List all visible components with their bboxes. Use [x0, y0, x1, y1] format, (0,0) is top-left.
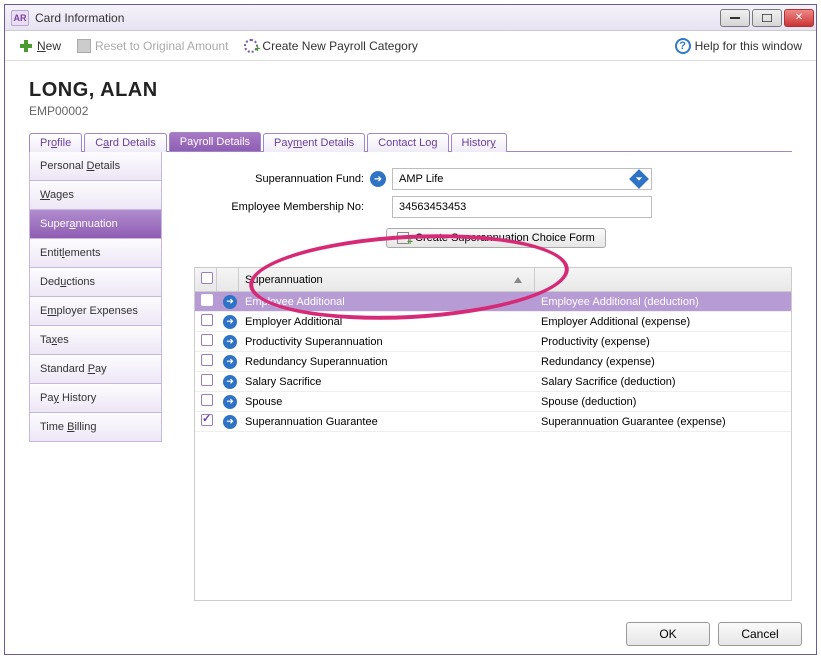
row-type: Superannuation Guarantee (expense) — [535, 414, 791, 430]
create-choice-label: Create Superannuation Choice Form — [415, 232, 595, 244]
form-plus-icon — [397, 232, 409, 244]
super-grid: Superannuation ➜Employee AdditionalEmplo… — [194, 267, 792, 601]
create-payroll-category-button[interactable]: Create New Payroll Category — [240, 37, 421, 55]
tab-contact-log[interactable]: Contact Log — [367, 133, 448, 152]
tab-payment-details[interactable]: Payment Details — [263, 133, 365, 152]
create-category-label: Create New Payroll Category — [262, 39, 417, 53]
tab-bar: Profile Card Details Payroll Details Pay… — [29, 132, 792, 152]
plus-icon — [19, 39, 33, 53]
table-row[interactable]: ➜SpouseSpouse (deduction) — [195, 392, 791, 412]
table-row[interactable]: ➜Redundancy SuperannuationRedundancy (ex… — [195, 352, 791, 372]
row-open-button[interactable]: ➜ — [223, 415, 237, 429]
help-link[interactable]: ? Help for this window — [671, 36, 806, 56]
row-type: Spouse (deduction) — [535, 394, 791, 410]
side-nav: Personal Details Wages Superannuation En… — [29, 152, 162, 601]
row-open-button[interactable]: ➜ — [223, 315, 237, 329]
row-name: Salary Sacrifice — [239, 374, 535, 390]
reset-label: Reset to Original Amount — [95, 39, 228, 53]
minimize-button[interactable] — [720, 9, 750, 27]
sidebar-item-wages[interactable]: Wages — [29, 181, 162, 210]
tab-card-details[interactable]: Card Details — [84, 133, 167, 152]
tab-profile[interactable]: Profile — [29, 133, 82, 152]
tab-history[interactable]: History — [451, 133, 507, 152]
app-icon: AR — [11, 10, 29, 26]
row-open-button[interactable]: ➜ — [223, 335, 237, 349]
fund-label: Superannuation Fund: — [194, 173, 364, 185]
content-area: LONG, ALAN EMP00002 Profile Card Details… — [5, 61, 816, 613]
table-row[interactable]: ➜Superannuation GuaranteeSuperannuation … — [195, 412, 791, 432]
table-row[interactable]: ➜Employer AdditionalEmployer Additional … — [195, 312, 791, 332]
membership-input[interactable] — [392, 196, 652, 218]
payroll-details-panel: Personal Details Wages Superannuation En… — [29, 152, 792, 601]
card-information-window: AR Card Information ✕ New Reset to Origi… — [4, 4, 817, 655]
superannuation-main: Superannuation Fund: ➜ Employee Membersh… — [162, 152, 792, 601]
help-label: Help for this window — [695, 39, 802, 53]
new-label: ew — [46, 39, 61, 53]
sidebar-item-standard-pay[interactable]: Standard Pay — [29, 355, 162, 384]
row-open-button[interactable]: ➜ — [223, 355, 237, 369]
row-checkbox[interactable] — [201, 414, 213, 426]
row-checkbox[interactable] — [201, 394, 213, 406]
window-title: Card Information — [35, 11, 720, 25]
sidebar-item-time-billing[interactable]: Time Billing — [29, 413, 162, 442]
row-name: Employer Additional — [239, 314, 535, 330]
sidebar-item-pay-history[interactable]: Pay History — [29, 384, 162, 413]
row-type: Salary Sacrifice (deduction) — [535, 374, 791, 390]
row-name: Employee Additional — [239, 294, 535, 310]
fund-lookup-button[interactable]: ➜ — [370, 171, 386, 187]
sidebar-item-deductions[interactable]: Deductions — [29, 268, 162, 297]
toolbar: New Reset to Original Amount Create New … — [5, 31, 816, 61]
tab-payroll-details[interactable]: Payroll Details — [169, 132, 261, 151]
row-checkbox[interactable] — [201, 334, 213, 346]
close-button[interactable]: ✕ — [784, 9, 814, 27]
grid-body: ➜Employee AdditionalEmployee Additional … — [195, 292, 791, 600]
row-checkbox[interactable] — [201, 354, 213, 366]
row-checkbox[interactable] — [201, 374, 213, 386]
row-open-button[interactable]: ➜ — [223, 295, 237, 309]
titlebar: AR Card Information ✕ — [5, 5, 816, 31]
ok-button[interactable]: OK — [626, 622, 710, 646]
row-open-button[interactable]: ➜ — [223, 395, 237, 409]
membership-label: Employee Membership No: — [194, 201, 364, 213]
sort-asc-icon — [514, 277, 522, 283]
grid-header: Superannuation — [195, 268, 791, 292]
row-type: Productivity (expense) — [535, 334, 791, 350]
table-row[interactable]: ➜Salary SacrificeSalary Sacrifice (deduc… — [195, 372, 791, 392]
row-name: Spouse — [239, 394, 535, 410]
row-type: Employer Additional (expense) — [535, 314, 791, 330]
row-name: Productivity Superannuation — [239, 334, 535, 350]
create-super-choice-form-button[interactable]: Create Superannuation Choice Form — [386, 228, 606, 248]
row-checkbox[interactable] — [201, 314, 213, 326]
employee-name: LONG, ALAN — [29, 79, 792, 102]
fund-input[interactable] — [392, 168, 652, 190]
maximize-button[interactable] — [752, 9, 782, 27]
table-row[interactable]: ➜Employee AdditionalEmployee Additional … — [195, 292, 791, 312]
table-row[interactable]: ➜Productivity SuperannuationProductivity… — [195, 332, 791, 352]
gear-plus-icon — [244, 39, 258, 53]
footer-buttons: OK Cancel — [626, 622, 802, 646]
sidebar-item-entitlements[interactable]: Entitlements — [29, 239, 162, 268]
sidebar-item-taxes[interactable]: Taxes — [29, 326, 162, 355]
sidebar-item-employer-expenses[interactable]: Employer Expenses — [29, 297, 162, 326]
sidebar-item-personal-details[interactable]: Personal Details — [29, 152, 162, 181]
help-icon: ? — [675, 38, 691, 54]
row-name: Redundancy Superannuation — [239, 354, 535, 370]
sidebar-item-superannuation[interactable]: Superannuation — [29, 210, 162, 239]
employee-id: EMP00002 — [29, 104, 792, 118]
row-type: Employee Additional (deduction) — [535, 294, 791, 310]
reset-original-button[interactable]: Reset to Original Amount — [73, 37, 232, 55]
col-type[interactable] — [535, 268, 791, 291]
row-open-button[interactable]: ➜ — [223, 375, 237, 389]
new-button[interactable]: New — [15, 37, 65, 55]
row-checkbox[interactable] — [201, 294, 213, 306]
row-type: Redundancy (expense) — [535, 354, 791, 370]
select-all-checkbox[interactable] — [201, 272, 213, 284]
col-superannuation[interactable]: Superannuation — [239, 268, 535, 291]
reset-icon — [77, 39, 91, 53]
row-name: Superannuation Guarantee — [239, 414, 535, 430]
cancel-button[interactable]: Cancel — [718, 622, 802, 646]
